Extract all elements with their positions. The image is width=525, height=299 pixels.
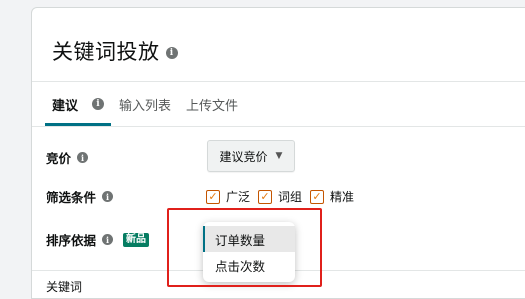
checkmark-icon[interactable]: ✓: [310, 189, 325, 204]
tab-bar: 建议 i 输入列表 上传文件: [45, 82, 246, 126]
chevron-down-icon: ▼: [275, 151, 283, 161]
tab-enter-list[interactable]: 输入列表: [112, 82, 178, 126]
tab-label: 输入列表: [119, 98, 172, 114]
sort-label-row: 排序依据 i 新品: [46, 230, 150, 249]
bid-label-row: 竞价 i: [46, 148, 89, 167]
match-type-checkboxes: ✓ 广泛 ✓ 词组 ✓ 精准: [206, 188, 362, 205]
checkbox-label: 广泛: [226, 190, 251, 204]
page-title: 关键词投放: [52, 40, 160, 64]
info-icon[interactable]: i: [102, 234, 114, 245]
highlight-box: [167, 208, 322, 287]
checkbox-label: 精准: [330, 190, 355, 204]
suggested-bid-label: 建议竞价: [219, 149, 268, 164]
suggested-bid-dropdown[interactable]: 建议竞价 ▼: [207, 140, 295, 172]
new-badge: 新品: [123, 232, 150, 247]
checkbox-exact[interactable]: ✓ 精准: [310, 188, 354, 205]
tab-upload-file[interactable]: 上传文件: [179, 82, 245, 126]
keyword-column-header: 关键词: [46, 280, 83, 294]
tab-label: 建议: [52, 98, 79, 114]
checkbox-broad[interactable]: ✓ 广泛: [206, 188, 250, 205]
info-icon[interactable]: i: [165, 47, 178, 59]
checkmark-icon[interactable]: ✓: [258, 189, 273, 204]
info-icon[interactable]: i: [92, 98, 105, 110]
sort-label: 排序依据: [46, 233, 97, 248]
checkbox-label: 词组: [278, 190, 303, 204]
bid-label: 竞价: [46, 151, 72, 166]
tab-suggested[interactable]: 建议 i: [45, 82, 112, 126]
info-icon[interactable]: i: [102, 191, 114, 202]
checkmark-icon[interactable]: ✓: [206, 189, 220, 204]
divider: [32, 126, 525, 127]
checkbox-phrase[interactable]: ✓ 词组: [258, 188, 302, 205]
page-header: 关键词投放 i: [52, 31, 178, 71]
tab-label: 上传文件: [186, 98, 239, 114]
info-icon[interactable]: i: [77, 152, 89, 163]
filter-label-row: 筛选条件 i: [46, 187, 114, 206]
filter-label: 筛选条件: [46, 190, 97, 205]
